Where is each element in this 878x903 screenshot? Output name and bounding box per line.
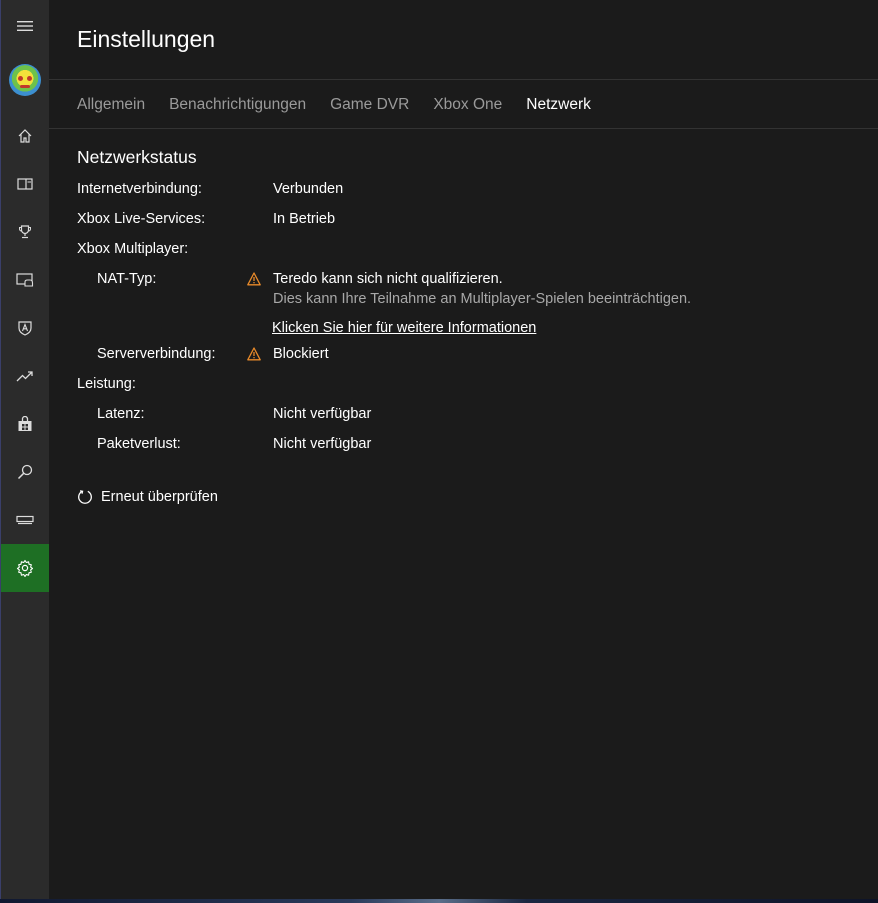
hamburger-menu-button[interactable] — [1, 2, 49, 50]
sidebar-item-search[interactable] — [1, 448, 49, 496]
tab-netzwerk[interactable]: Netzwerk — [526, 94, 591, 116]
clubs-icon — [18, 321, 32, 336]
store-icon — [18, 416, 32, 431]
section-title-network-status: Netzwerkstatus — [77, 147, 197, 167]
sidebar-item-connect[interactable] — [1, 496, 49, 544]
trending-icon — [16, 371, 33, 382]
sidebar-item-clubs[interactable] — [1, 304, 49, 352]
sidebar-item-home[interactable] — [1, 112, 49, 160]
retry-label: Erneut überprüfen — [101, 489, 218, 505]
sidebar-item-settings[interactable] — [1, 544, 49, 592]
warning-icon — [247, 272, 261, 286]
live-services-label: Xbox Live-Services: — [77, 211, 206, 227]
internet-connection-value: Verbunden — [273, 181, 344, 197]
game-dvr-icon — [16, 273, 34, 287]
multiplayer-label: Xbox Multiplayer: — [77, 241, 189, 257]
nat-type-label: NAT-Typ: — [97, 271, 157, 287]
latency-label: Latenz: — [97, 406, 145, 422]
packet-loss-value: Nicht verfügbar — [273, 436, 372, 452]
sidebar-item-game-dvr[interactable] — [1, 256, 49, 304]
home-icon — [18, 129, 32, 143]
tab-allgemein[interactable]: Allgemein — [77, 94, 145, 116]
sidebar-item-store[interactable] — [1, 400, 49, 448]
tabs-divider — [49, 128, 878, 129]
nat-type-description: Dies kann Ihre Teilnahme an Multiplayer-… — [273, 291, 692, 307]
hamburger-menu-icon — [17, 21, 33, 31]
profile-avatar-button[interactable] — [1, 56, 49, 104]
sidebar-item-trending[interactable] — [1, 352, 49, 400]
sidebar-item-collection[interactable] — [1, 160, 49, 208]
refresh-icon — [78, 490, 92, 504]
trophy-icon — [18, 225, 32, 239]
collection-icon — [17, 178, 33, 190]
server-connection-label: Serververbindung: — [97, 346, 216, 362]
header-divider — [49, 79, 878, 80]
nat-type-value: Teredo kann sich nicht qualifizieren. — [273, 271, 503, 287]
xbox-app-window: Einstellungen Allgemein Benachrichtigung… — [0, 0, 878, 903]
performance-label: Leistung: — [77, 376, 136, 392]
packet-loss-label: Paketverlust: — [97, 436, 181, 452]
page-title: Einstellungen — [77, 26, 216, 52]
settings-content: Einstellungen Allgemein Benachrichtigung… — [49, 0, 878, 903]
more-info-link[interactable]: Klicken Sie hier für weitere Information… — [272, 318, 536, 338]
tab-game-dvr[interactable]: Game DVR — [330, 94, 409, 116]
settings-tabs: Allgemein Benachrichtigungen Game DVR Xb… — [77, 94, 615, 116]
sidebar-item-achievements[interactable] — [1, 208, 49, 256]
internet-connection-label: Internetverbindung: — [77, 181, 202, 197]
latency-value: Nicht verfügbar — [273, 406, 372, 422]
avatar — [9, 64, 41, 96]
connect-icon — [16, 515, 34, 525]
sidebar — [0, 0, 49, 903]
warning-icon — [247, 347, 261, 361]
tab-xbox-one[interactable]: Xbox One — [433, 94, 502, 116]
live-services-value: In Betrieb — [273, 211, 336, 227]
desktop-background-strip — [0, 899, 878, 903]
server-connection-value: Blockiert — [273, 346, 329, 362]
settings-gear-icon — [16, 559, 34, 577]
search-icon — [17, 464, 33, 480]
tab-benachrichtigungen[interactable]: Benachrichtigungen — [169, 94, 306, 116]
retry-button[interactable]: Erneut überprüfen — [77, 489, 218, 505]
